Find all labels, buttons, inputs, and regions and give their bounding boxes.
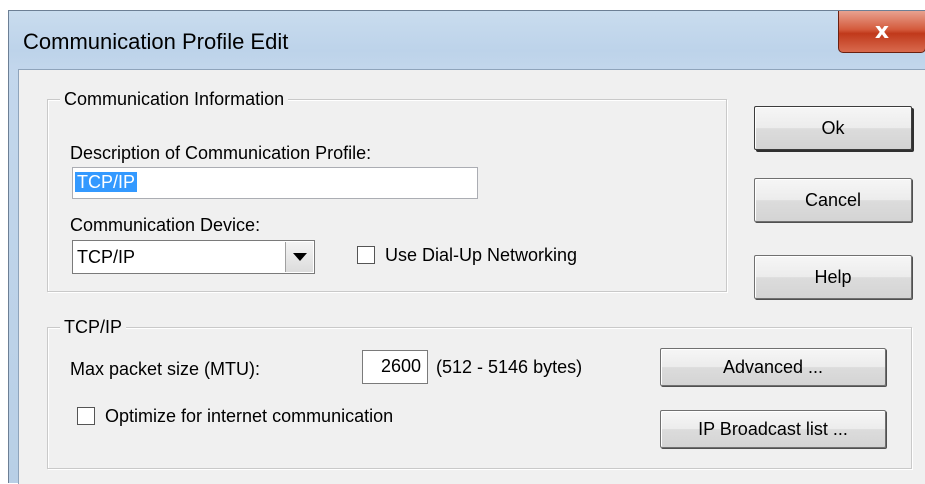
mtu-input[interactable]: 2600 — [362, 350, 428, 384]
advanced-button[interactable]: Advanced ... — [660, 348, 886, 386]
ok-button[interactable]: Ok — [754, 106, 912, 150]
device-select[interactable]: TCP/IP — [72, 240, 315, 274]
device-label: Communication Device: — [70, 215, 261, 235]
communication-information-legend: Communication Information — [60, 87, 289, 111]
device-select-value: TCP/IP — [77, 247, 136, 267]
mtu-label: Max packet size (MTU): — [70, 359, 261, 379]
dialup-label: Use Dial-Up Networking — [385, 245, 578, 265]
description-selected-text: TCP/IP — [75, 172, 138, 192]
chevron-down-icon[interactable] — [285, 242, 313, 272]
title-bar[interactable]: Communication Profile Edit x — [9, 11, 925, 69]
optimize-checkbox[interactable] — [77, 407, 95, 425]
dialup-checkbox[interactable] — [357, 246, 375, 264]
tcpip-legend: TCP/IP — [60, 315, 127, 339]
dialog-window: Communication Profile Edit x Communicati… — [8, 10, 925, 484]
cancel-button[interactable]: Cancel — [754, 178, 912, 222]
ip-broadcast-list-button[interactable]: IP Broadcast list ... — [660, 410, 886, 448]
help-button[interactable]: Help — [754, 255, 912, 299]
mtu-range-label: (512 - 5146 bytes) — [436, 357, 583, 377]
optimize-label: Optimize for internet communication — [105, 406, 394, 426]
description-input[interactable]: TCP/IP — [72, 167, 478, 199]
window-title: Communication Profile Edit — [23, 29, 289, 54]
close-icon: x — [874, 19, 890, 44]
dialog-client-area: Communication Information Description of… — [18, 69, 925, 484]
description-label: Description of Communication Profile: — [70, 143, 372, 163]
close-button[interactable]: x — [838, 11, 925, 53]
